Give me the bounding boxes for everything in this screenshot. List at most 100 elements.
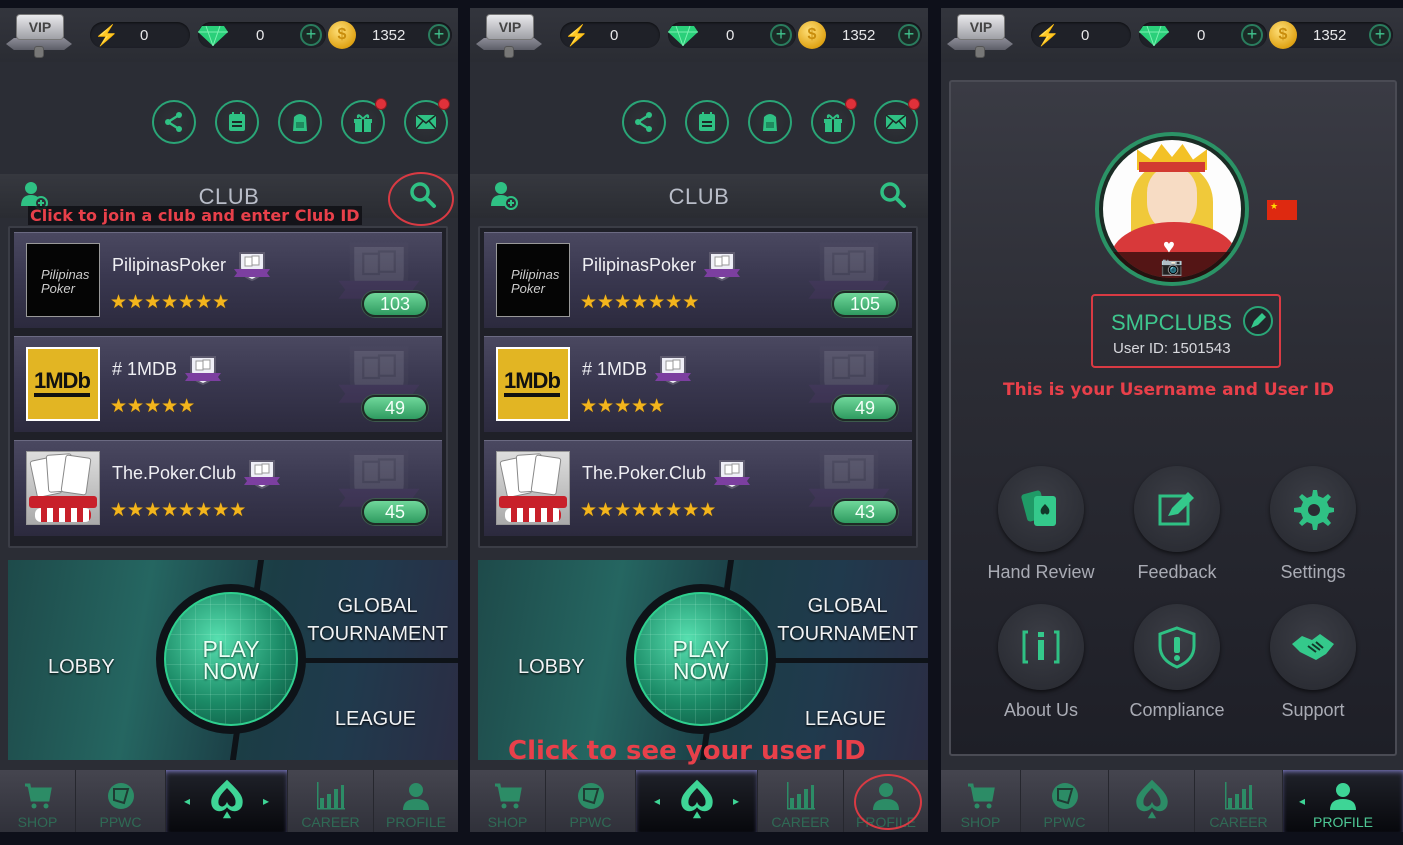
club-rating-stars: ★★★★★★★★: [580, 500, 717, 521]
menu-about-us[interactable]: About Us: [981, 604, 1101, 721]
menu-hand-review[interactable]: Hand Review: [981, 466, 1101, 583]
league-button[interactable]: LEAGUE: [335, 708, 416, 731]
vip-label: VIP: [16, 14, 64, 40]
vip-badge[interactable]: VIP: [6, 12, 72, 62]
coin-counter: $ 1352 +: [798, 21, 922, 49]
global-tournament-button[interactable]: GLOBAL TOURNAMENT: [307, 592, 448, 648]
club-row[interactable]: Pilipinas Poker PilipinasPoker ★★★★★★★ 1…: [14, 232, 442, 328]
nav-profile[interactable]: ◂ PROFILE: [1283, 770, 1403, 832]
share-button[interactable]: [622, 100, 666, 144]
menu-compliance[interactable]: Compliance: [1117, 604, 1237, 721]
club-row[interactable]: 1MDb # 1MDB ★★★★★ 49: [14, 336, 442, 432]
menu-label: Settings: [1280, 562, 1346, 582]
gift-icon: [821, 110, 845, 134]
menu-icon-circle: [998, 466, 1084, 552]
share-icon: [162, 110, 186, 134]
club-name: # 1MDB: [112, 358, 178, 379]
add-gems-button[interactable]: +: [770, 24, 792, 46]
lobby-button[interactable]: LOBBY: [518, 656, 585, 679]
action-icons: [152, 98, 450, 144]
logo-card: [530, 454, 562, 496]
club-row[interactable]: The.Poker.Club ★★★★★★★★ 45: [14, 440, 442, 536]
gift-button[interactable]: [811, 98, 857, 144]
club-name-row: # 1MDB: [582, 355, 693, 385]
league-button[interactable]: LEAGUE: [805, 708, 886, 731]
add-coins-button[interactable]: +: [1369, 24, 1391, 46]
lobby-button[interactable]: LOBBY: [48, 656, 115, 679]
notepad-button[interactable]: [685, 100, 729, 144]
username: SMPCLUBS: [1111, 310, 1233, 335]
add-gems-button[interactable]: +: [1241, 24, 1263, 46]
ppwc-icon: [105, 780, 137, 812]
club-name: The.Poker.Club: [582, 462, 707, 483]
annotation-join-club: Click to join a club and enter Club ID: [28, 206, 362, 225]
gift-button[interactable]: [341, 98, 387, 144]
menu-label: Hand Review: [987, 562, 1095, 582]
nav-ppwc[interactable]: PPWC: [1021, 770, 1109, 832]
mail-button[interactable]: [874, 98, 920, 144]
mail-icon: [884, 110, 908, 134]
energy-counter: ⚡ 0: [1031, 22, 1131, 48]
share-button[interactable]: [152, 100, 196, 144]
nav-shop[interactable]: SHOP: [941, 770, 1021, 832]
union-badge-icon: [183, 355, 223, 385]
spade-logo-icon: [675, 777, 719, 821]
nav-shop[interactable]: SHOP: [0, 770, 76, 832]
club-row[interactable]: 1MDb # 1MDB ★★★★★ 49: [484, 336, 912, 432]
union-badge-icon: [242, 459, 282, 489]
club-logo: Pilipinas Poker: [26, 243, 100, 317]
arrow-right-icon: ▸: [262, 794, 269, 808]
play-now-button[interactable]: PLAY NOW: [156, 584, 306, 734]
nav-home[interactable]: ◂ ▸: [636, 770, 758, 832]
menu-feedback[interactable]: Feedback: [1117, 466, 1237, 583]
nav-home[interactable]: [1109, 770, 1195, 832]
diamond-icon: [668, 25, 698, 46]
nav-home[interactable]: ◂ ▸: [166, 770, 288, 832]
nav-profile[interactable]: PROFILE: [374, 770, 458, 832]
club-member-count: 105: [832, 291, 898, 317]
avatar[interactable]: ♥ 📷: [1095, 132, 1249, 286]
menu-settings[interactable]: Settings: [1253, 466, 1373, 583]
play-now-button[interactable]: PLAY NOW: [626, 584, 776, 734]
search-icon[interactable]: [878, 180, 908, 210]
notification-dot: [438, 98, 450, 110]
vip-badge[interactable]: VIP: [947, 12, 1013, 62]
arrow-left-icon: ◂: [1299, 794, 1306, 808]
vip-badge[interactable]: VIP: [476, 12, 542, 62]
nav-shop[interactable]: SHOP: [470, 770, 546, 832]
bottom-nav: SHOP PPWC CAREER ◂ PROFILE: [941, 770, 1403, 832]
nav-profile-label: PROFILE: [1313, 814, 1373, 830]
nav-shop-label: SHOP: [960, 814, 1001, 830]
global-tournament-button[interactable]: GLOBAL TOURNAMENT: [777, 592, 918, 648]
edit-icon: [1154, 486, 1200, 532]
backpack-button[interactable]: [278, 100, 322, 144]
top-bar: VIP ⚡ 0 0 + $ 1352 +: [941, 8, 1403, 62]
backpack-button[interactable]: [748, 100, 792, 144]
notepad-button[interactable]: [215, 100, 259, 144]
nav-career[interactable]: CAREER: [1195, 770, 1283, 832]
tournament-label: TOURNAMENT: [777, 623, 918, 645]
nav-career[interactable]: CAREER: [288, 770, 374, 832]
add-gems-button[interactable]: +: [300, 24, 322, 46]
nav-ppwc[interactable]: PPWC: [546, 770, 636, 832]
menu-support[interactable]: Support: [1253, 604, 1373, 721]
add-coins-button[interactable]: +: [428, 24, 450, 46]
arrow-left-icon: ◂: [654, 794, 661, 808]
gem-value: 0: [256, 27, 265, 44]
club-row[interactable]: The.Poker.Club ★★★★★★★★ 43: [484, 440, 912, 536]
edit-username-button[interactable]: [1243, 306, 1273, 336]
now-label: NOW: [672, 658, 730, 684]
avatar-face: [1147, 168, 1197, 230]
tournament-label: TOURNAMENT: [307, 623, 448, 645]
club-member-count: 49: [362, 395, 428, 421]
club-member-count: 49: [832, 395, 898, 421]
nav-career[interactable]: CAREER: [758, 770, 844, 832]
camera-icon[interactable]: 📷: [1099, 252, 1245, 282]
add-coins-button[interactable]: +: [898, 24, 920, 46]
menu-icon-circle: [1270, 466, 1356, 552]
backpack-icon: [758, 110, 782, 134]
club-logo-text: Pilipinas Poker: [41, 267, 90, 296]
mail-button[interactable]: [404, 98, 450, 144]
club-row[interactable]: Pilipinas Poker PilipinasPoker ★★★★★★★ 1…: [484, 232, 912, 328]
nav-ppwc[interactable]: PPWC: [76, 770, 166, 832]
